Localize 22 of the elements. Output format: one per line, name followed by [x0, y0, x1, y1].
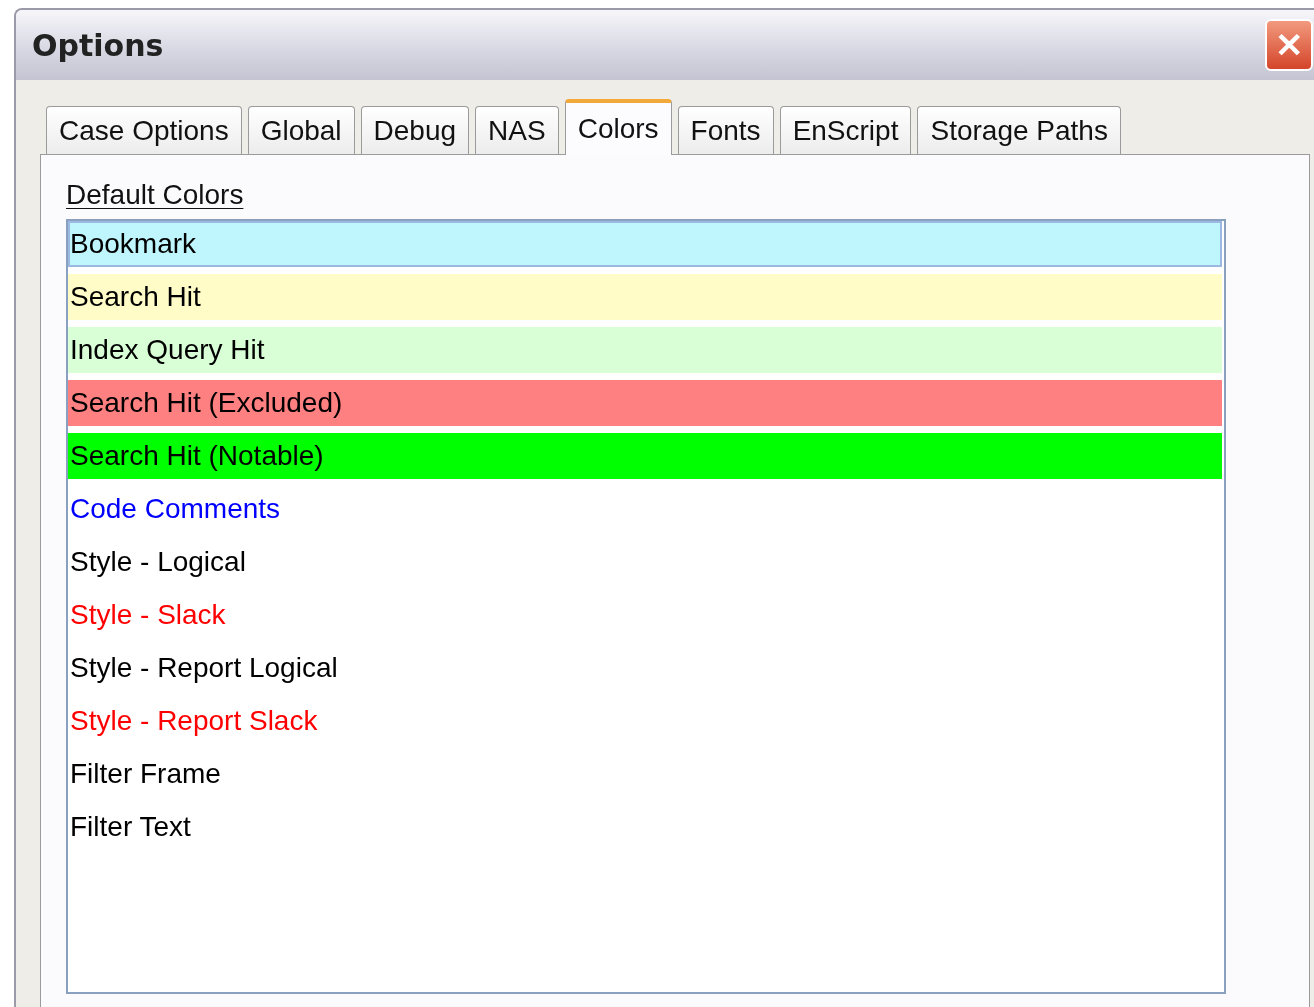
- tab[interactable]: Fonts: [677, 106, 774, 154]
- tab[interactable]: NAS: [475, 106, 559, 154]
- tab[interactable]: Global: [247, 106, 355, 154]
- tab[interactable]: Case Options: [46, 106, 242, 154]
- list-item[interactable]: Style - Logical: [68, 539, 1222, 585]
- section-label: Default Colors: [66, 179, 245, 211]
- list-item[interactable]: Style - Slack: [68, 592, 1222, 638]
- list-item[interactable]: Style - Report Logical: [68, 645, 1222, 691]
- list-item[interactable]: Filter Text: [68, 804, 1222, 850]
- list-item[interactable]: Index Query Hit: [68, 327, 1222, 373]
- list-item[interactable]: Filter Frame: [68, 751, 1222, 797]
- list-item[interactable]: Search Hit (Notable): [68, 433, 1222, 479]
- tab[interactable]: EnScript: [779, 106, 912, 154]
- tab[interactable]: Storage Paths: [917, 106, 1121, 154]
- window-title: Options: [32, 27, 164, 63]
- list-item[interactable]: Search Hit: [68, 274, 1222, 320]
- list-item[interactable]: Code Comments: [68, 486, 1222, 532]
- list-item[interactable]: Style - Report Slack: [68, 698, 1222, 744]
- list-item[interactable]: Bookmark: [68, 221, 1222, 267]
- list-item[interactable]: Search Hit (Excluded): [68, 380, 1222, 426]
- tab[interactable]: Debug: [360, 106, 470, 154]
- tab[interactable]: Colors: [564, 99, 672, 155]
